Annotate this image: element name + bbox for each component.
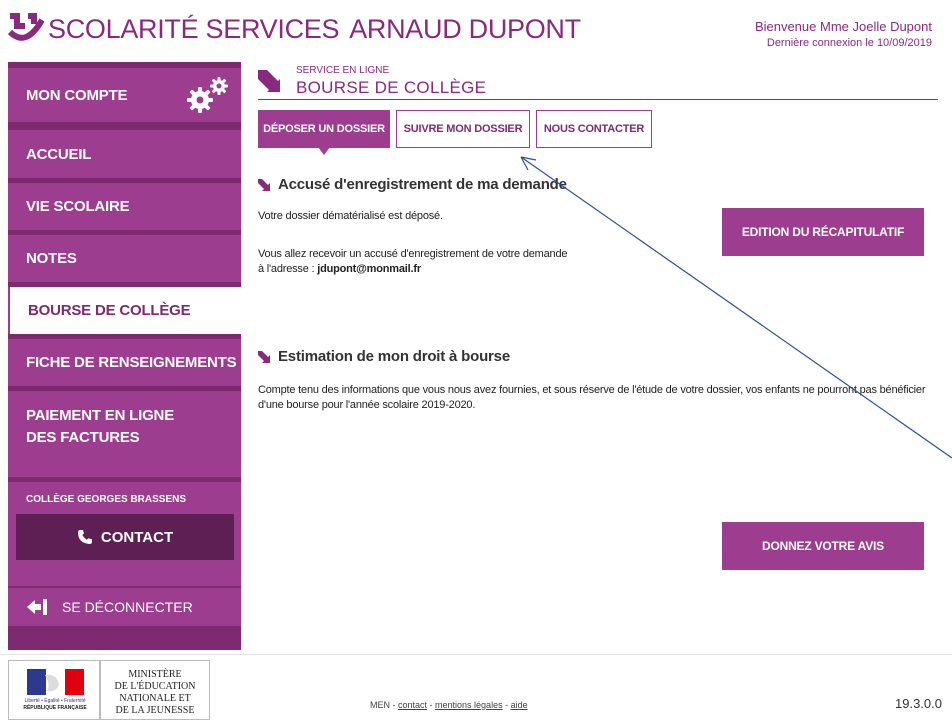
estimation-line: Compte tenu des informations que vous no… — [258, 384, 926, 396]
tab-label: SUIVRE MON DOSSIER — [403, 123, 523, 135]
marianne-flag-icon — [27, 669, 84, 695]
estimation-text: Compte tenu des informations que vous no… — [258, 383, 948, 413]
sidebar-item-notes[interactable]: NOTES — [8, 235, 241, 282]
receipt-line: Vous allez recevoir un accusé d'enregist… — [258, 248, 568, 260]
logo-icon — [8, 13, 44, 41]
sidebar-item-paiement-en-ligne[interactable]: PAIEMENT EN LIGNE DES FACTURES — [8, 391, 241, 477]
sidebar-item-label: MON COMPTE — [26, 86, 128, 104]
deposit-confirmation: Votre dossier dématérialisé est déposé. — [258, 210, 443, 222]
sidebar-item-label: VIE SCOLAIRE — [26, 198, 130, 215]
welcome-block: Bienvenue Mme Joelle Dupont Dernière con… — [755, 18, 932, 52]
sidebar-item-label: ACCUEIL — [26, 145, 92, 163]
last-login-text: Dernière connexion le 10/09/2019 — [766, 37, 932, 49]
tab-deposer-dossier[interactable]: DÉPOSER UN DOSSIER — [258, 110, 390, 155]
flag-republique: RÉPUBLIQUE FRANÇAISE — [23, 705, 87, 711]
section-title-accuse: Accusé d'enregistrement de ma demande — [258, 176, 567, 193]
service-arrow-icon — [258, 70, 280, 92]
gear-icon — [187, 77, 228, 113]
edition-recapitulatif-button[interactable]: EDITION DU RÉCAPITULATIF — [722, 208, 924, 256]
receipt-address: à l'adresse : jdupont@monmail.fr — [258, 262, 567, 277]
school-name: ARNAUD DUPONT — [349, 14, 581, 44]
section-arrow-icon — [258, 350, 270, 363]
footer-link-contact[interactable]: contact — [398, 700, 427, 710]
sidebar-item-accueil[interactable]: ACCUEIL — [8, 130, 241, 178]
footer-links: MEN - contact - mentions légales - aide — [370, 700, 528, 710]
sidebar-item-vie-scolaire[interactable]: VIE SCOLAIRE — [8, 183, 241, 230]
ministry-logo: MINISTÈRE DE L'ÉDUCATION NATIONALE ET DE… — [100, 660, 210, 720]
sidebar-item-fiche-de-renseignements[interactable]: FICHE DE RENSEIGNEMENTS — [8, 339, 241, 386]
ministry-line: NATIONALE ET — [119, 693, 191, 704]
ministry-line: DE LA JEUNESSE — [115, 705, 195, 716]
service-divider — [258, 99, 938, 100]
sidebar-item-bourse-de-college[interactable]: BOURSE DE COLLÈGE — [8, 287, 241, 334]
college-box: COLLÈGE GEORGES BRASSENS CONTACT — [8, 482, 241, 586]
estimation-line: d'une bourse pour l'année scolaire 2019-… — [258, 399, 476, 411]
version-number: 19.3.0.0 — [895, 696, 942, 711]
flag-motto: Liberté • Égalité • Fraternité — [24, 698, 86, 704]
brand-label: SCOLARITÉ SERVICES — [48, 14, 340, 44]
logout-button[interactable]: SE DÉCONNECTER — [8, 588, 241, 626]
tab-label: DÉPOSER UN DOSSIER — [263, 123, 385, 135]
receipt-address-label: à l'adresse : — [258, 263, 318, 275]
section-title-estimation: Estimation de mon droit à bourse — [258, 348, 510, 365]
tab-suivre-dossier[interactable]: SUIVRE MON DOSSIER — [396, 110, 530, 148]
section-arrow-icon — [258, 178, 270, 191]
footer-divider — [0, 654, 952, 655]
service-small-label: SERVICE EN LIGNE — [296, 65, 390, 76]
footer-link-legal[interactable]: mentions légales — [435, 700, 503, 710]
tab-nous-contacter[interactable]: NOUS CONTACTER — [536, 110, 652, 148]
logout-icon — [27, 599, 47, 615]
footer-men: MEN — [370, 700, 390, 710]
welcome-text: Bienvenue Mme Joelle Dupont — [754, 19, 932, 34]
receipt-info: Vous allez recevoir un accusé d'enregist… — [258, 247, 567, 277]
brand-title: SCOLARITÉ SERVICES ARNAUD DUPONT — [48, 14, 581, 45]
phone-icon — [77, 530, 92, 544]
college-name: COLLÈGE GEORGES BRASSENS — [26, 494, 187, 505]
sidebar-item-label: NOTES — [26, 250, 77, 267]
sidebar-item-label: FICHE DE RENSEIGNEMENTS — [26, 354, 237, 371]
contact-label: CONTACT — [100, 528, 174, 546]
ministry-line: DE L'ÉDUCATION — [114, 681, 196, 692]
sidebar-item-mon-compte[interactable]: MON COMPTE — [8, 68, 241, 122]
sidebar-item-label: PAIEMENT EN LIGNE DES FACTURES — [26, 407, 174, 446]
contact-button[interactable]: CONTACT — [16, 514, 234, 560]
sidebar: MON COMPTE ACCUEIL VIE SCOLAIRE NOTES BO… — [8, 62, 241, 650]
tab-label: NOUS CONTACTER — [543, 123, 645, 135]
donnez-avis-button[interactable]: DONNEZ VOTRE AVIS — [722, 522, 924, 570]
logout-label: SE DÉCONNECTER — [62, 599, 193, 615]
footer-link-help[interactable]: aide — [511, 700, 528, 710]
button-label: EDITION DU RÉCAPITULATIF — [741, 225, 905, 239]
ministry-line: MINISTÈRE — [128, 669, 182, 680]
button-label: DONNEZ VOTRE AVIS — [762, 539, 884, 553]
section-title-text: Estimation de mon droit à bourse — [278, 348, 510, 365]
sidebar-item-label: BOURSE DE COLLÈGE — [28, 302, 191, 319]
service-title: BOURSE DE COLLÈGE — [296, 78, 487, 97]
republique-logo: Liberté • Égalité • Fraternité RÉPUBLIQU… — [8, 660, 100, 720]
email-value: jdupont@monmail.fr — [317, 263, 421, 275]
section-title-text: Accusé d'enregistrement de ma demande — [278, 176, 567, 193]
